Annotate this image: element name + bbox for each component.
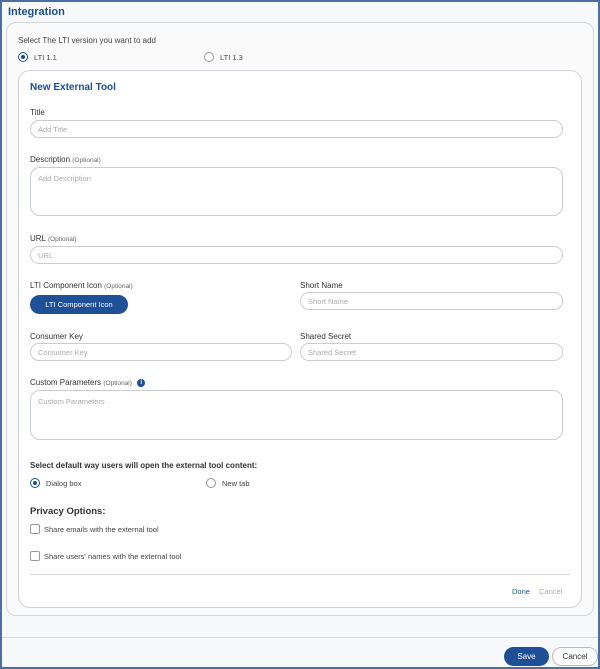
radio-lti-1-3-label: LTI 1.3: [220, 52, 243, 62]
card-cancel-link[interactable]: Cancel: [539, 587, 562, 596]
title-label: Title: [30, 108, 45, 117]
share-emails-checkbox[interactable]: [30, 524, 40, 534]
share-names-label: Share users' names with the external too…: [44, 551, 182, 561]
optional-tag: (Optional): [47, 236, 77, 243]
share-names-checkbox-row[interactable]: Share users' names with the external too…: [30, 551, 181, 561]
radio-new-tab-label: New tab: [222, 478, 250, 488]
save-button[interactable]: Save: [504, 647, 549, 666]
custom-params-label: Custom Parameters (Optional) i: [30, 378, 146, 387]
card-divider: [30, 574, 570, 575]
radio-lti-1-1-label: LTI 1.1: [34, 52, 57, 62]
consumer-key-label: Consumer Key: [30, 332, 83, 341]
shared-secret-input[interactable]: Shared Secret: [300, 343, 563, 361]
window-title: Integration: [8, 6, 65, 18]
lti-icon-label-text: LTI Component Icon: [30, 281, 102, 290]
optional-tag: (Optional): [103, 380, 132, 387]
radio-unselected-icon[interactable]: [204, 52, 214, 62]
lti-version-prompt: Select The LTI version you want to add: [18, 36, 157, 45]
optional-tag: (Optional): [104, 283, 133, 290]
description-textarea[interactable]: Add Description: [30, 167, 563, 216]
url-label-text: URL: [30, 234, 46, 243]
lti-component-icon-button[interactable]: LTI Component Icon: [30, 295, 128, 314]
radio-dialog-box[interactable]: Dialog box: [30, 478, 81, 488]
radio-lti-1-1[interactable]: LTI 1.1: [18, 52, 57, 62]
short-name-input[interactable]: Short Name: [300, 292, 563, 310]
card-title: New External Tool: [30, 82, 116, 93]
title-input[interactable]: Add Title: [30, 120, 563, 138]
radio-selected-icon[interactable]: [30, 478, 40, 488]
url-label: URL (Optional): [30, 234, 77, 243]
info-icon[interactable]: i: [137, 378, 146, 387]
cancel-button[interactable]: Cancel: [552, 647, 598, 666]
custom-params-label-text: Custom Parameters: [30, 378, 102, 387]
radio-selected-icon[interactable]: [18, 52, 28, 62]
description-label-text: Description: [30, 155, 71, 164]
short-name-label: Short Name: [300, 281, 343, 290]
optional-tag: (Optional): [72, 157, 101, 164]
custom-params-textarea[interactable]: Custom Parameters: [30, 390, 563, 440]
consumer-key-input[interactable]: Consumer Key: [30, 343, 292, 361]
privacy-options-title: Privacy Options:: [30, 506, 106, 517]
description-label: Description (Optional): [30, 155, 101, 164]
share-emails-checkbox-row[interactable]: Share emails with the external tool: [30, 524, 159, 534]
radio-dialog-box-label: Dialog box: [46, 478, 82, 488]
lti-icon-label: LTI Component Icon (Optional): [30, 281, 133, 290]
radio-lti-1-3[interactable]: LTI 1.3: [204, 52, 243, 62]
share-emails-label: Share emails with the external tool: [44, 524, 159, 534]
radio-unselected-icon[interactable]: [206, 478, 216, 488]
footer-divider: [2, 637, 598, 638]
url-input[interactable]: URL: [30, 246, 563, 264]
radio-new-tab[interactable]: New tab: [206, 478, 250, 488]
shared-secret-label: Shared Secret: [300, 332, 352, 341]
share-names-checkbox[interactable]: [30, 551, 40, 561]
open-mode-label: Select default way users will open the e…: [30, 461, 258, 470]
done-link[interactable]: Done: [512, 587, 530, 596]
